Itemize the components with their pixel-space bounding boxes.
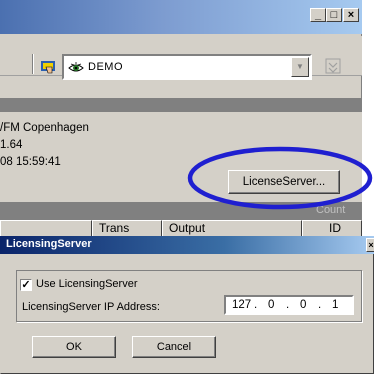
use-licensing-server-label: Use LicensingServer	[36, 278, 138, 290]
ip-dot-2: .	[286, 299, 290, 311]
dialog-title-bar: LicensingServer	[0, 236, 374, 254]
ip-octet-2[interactable]: 0	[268, 299, 274, 311]
ok-button[interactable]: OK	[32, 336, 116, 358]
ip-dot-1: .	[254, 299, 258, 311]
dialog-close-button[interactable]: ×	[366, 238, 374, 252]
ip-octet-4[interactable]: 1	[332, 299, 338, 311]
ip-address-label: LicensingServer IP Address:	[22, 301, 160, 313]
ip-dot-3: .	[318, 299, 322, 311]
ip-octet-3[interactable]: 0	[300, 299, 306, 311]
cancel-button[interactable]: Cancel	[132, 336, 216, 358]
ip-octet-1[interactable]: 127	[232, 299, 251, 311]
use-licensing-server-checkbox[interactable]: ✓	[20, 279, 32, 291]
ip-address-field[interactable]: 127 . 0 . 0 . 1	[224, 295, 354, 315]
dialog-title: LicensingServer	[6, 238, 92, 250]
